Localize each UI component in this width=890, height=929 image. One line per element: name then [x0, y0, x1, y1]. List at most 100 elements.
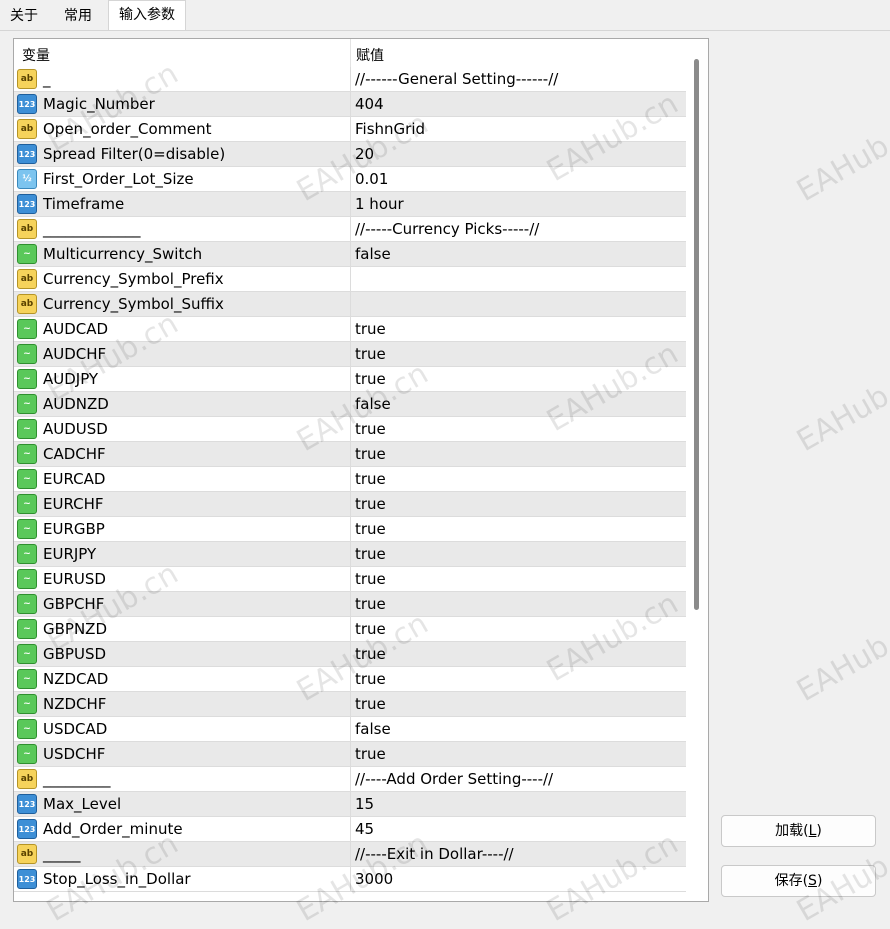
parameter-value[interactable]: true [350, 567, 686, 591]
parameter-value[interactable]: true [350, 367, 686, 391]
boolean-type-icon: ~ [17, 244, 37, 264]
parameter-row[interactable]: ~ AUDJPY true [14, 367, 686, 392]
parameter-row[interactable]: ab Currency_Symbol_Suffix [14, 292, 686, 317]
boolean-type-icon: ~ [17, 644, 37, 664]
parameter-row[interactable]: ~ CADCHF true [14, 442, 686, 467]
string-type-icon: ab [17, 294, 37, 314]
parameter-value[interactable]: 1 hour [350, 192, 686, 216]
parameter-row[interactable]: ab _____________ //-----Currency Picks----… [14, 217, 686, 242]
parameter-row[interactable]: ~ GBPNZD true [14, 617, 686, 642]
boolean-type-icon: ~ [17, 319, 37, 339]
parameter-row[interactable]: ab Currency_Symbol_Prefix [14, 267, 686, 292]
parameter-rows: ab _ //------General Setting------// 123 Mag… [14, 67, 686, 892]
parameter-value[interactable]: true [350, 542, 686, 566]
parameter-row[interactable]: ~ EURCHF true [14, 492, 686, 517]
parameter-row[interactable]: ~ USDCAD false [14, 717, 686, 742]
parameter-row[interactable]: 123 Max_Level 15 [14, 792, 686, 817]
parameter-value[interactable] [350, 292, 686, 316]
boolean-type-icon: ~ [17, 619, 37, 639]
parameter-row[interactable]: 123 Stop_Loss_in_Dollar 3000 [14, 867, 686, 892]
parameter-name: NZDCHF [43, 695, 107, 713]
parameter-row[interactable]: ~ EURGBP true [14, 517, 686, 542]
parameter-row[interactable]: ab _ //------General Setting------// [14, 67, 686, 92]
parameter-value[interactable]: true [350, 492, 686, 516]
scrollbar-thumb[interactable] [694, 59, 699, 610]
parameter-row[interactable]: ~ EURUSD true [14, 567, 686, 592]
parameter-name: Multicurrency_Switch [43, 245, 203, 263]
parameter-row[interactable]: ½ First_Order_Lot_Size 0.01 [14, 167, 686, 192]
parameter-row[interactable]: 123 Spread Filter(0=disable) 20 [14, 142, 686, 167]
parameter-value[interactable] [350, 267, 686, 291]
parameter-name: Max_Level [43, 795, 122, 813]
parameter-value[interactable]: true [350, 467, 686, 491]
save-button-label: 保存( [774, 873, 809, 889]
parameter-value[interactable]: true [350, 667, 686, 691]
parameter-value[interactable]: //------General Setting------// [350, 67, 686, 91]
load-button[interactable]: 加载(L) [721, 815, 876, 847]
parameter-value[interactable]: true [350, 417, 686, 441]
parameter-name: AUDCAD [43, 320, 109, 338]
parameter-row[interactable]: ~ GBPCHF true [14, 592, 686, 617]
parameter-row[interactable]: 123 Timeframe 1 hour [14, 192, 686, 217]
parameter-value[interactable]: false [350, 392, 686, 416]
vertical-scrollbar[interactable] [686, 39, 708, 901]
parameter-row[interactable]: ~ Multicurrency_Switch false [14, 242, 686, 267]
parameter-row[interactable]: ab Open_order_Comment FishnGrid [14, 117, 686, 142]
parameters-grid: 变量 赋值 ab _ //------General Setting------//… [13, 38, 709, 902]
parameter-value[interactable]: 15 [350, 792, 686, 816]
parameter-row[interactable]: ~ NZDCAD true [14, 667, 686, 692]
parameter-row[interactable]: 123 Magic_Number 404 [14, 92, 686, 117]
parameter-value[interactable]: //-----Currency Picks-----// [350, 217, 686, 241]
double-type-icon: ½ [17, 169, 37, 189]
parameter-value[interactable]: true [350, 617, 686, 641]
tab-input-params[interactable]: 输入参数 [108, 0, 186, 31]
parameter-row[interactable]: ~ USDCHF true [14, 742, 686, 767]
parameter-row[interactable]: ~ NZDCHF true [14, 692, 686, 717]
parameter-row[interactable]: ~ AUDCHF true [14, 342, 686, 367]
parameter-value[interactable]: //----Add Order Setting----// [350, 767, 686, 791]
parameter-value[interactable]: 0.01 [350, 167, 686, 191]
parameter-value[interactable]: true [350, 592, 686, 616]
parameter-value[interactable]: true [350, 742, 686, 766]
save-button-hotkey: S [808, 873, 817, 889]
tab-common[interactable]: 常用 [54, 2, 102, 30]
parameter-row[interactable]: ~ EURCAD true [14, 467, 686, 492]
save-button[interactable]: 保存(S) [721, 865, 876, 897]
parameter-value[interactable]: true [350, 642, 686, 666]
parameter-value[interactable]: true [350, 692, 686, 716]
parameter-row[interactable]: ~ AUDNZD false [14, 392, 686, 417]
boolean-type-icon: ~ [17, 669, 37, 689]
parameter-row[interactable]: ~ GBPUSD true [14, 642, 686, 667]
parameter-row[interactable]: ab _____ //----Exit in Dollar----// [14, 842, 686, 867]
parameter-value[interactable]: true [350, 517, 686, 541]
parameter-value[interactable]: 20 [350, 142, 686, 166]
parameter-name: GBPUSD [43, 645, 107, 663]
parameter-value[interactable]: true [350, 317, 686, 341]
column-header-value[interactable]: 赋值 [356, 45, 384, 65]
boolean-type-icon: ~ [17, 419, 37, 439]
boolean-type-icon: ~ [17, 469, 37, 489]
boolean-type-icon: ~ [17, 394, 37, 414]
tab-about[interactable]: 关于 [0, 2, 48, 30]
parameter-value[interactable]: true [350, 342, 686, 366]
parameter-row[interactable]: ab _________ //----Add Order Setting----// [14, 767, 686, 792]
parameter-value[interactable]: 45 [350, 817, 686, 841]
parameter-value[interactable]: FishnGrid [350, 117, 686, 141]
integer-type-icon: 123 [17, 144, 37, 164]
parameter-value[interactable]: true [350, 442, 686, 466]
parameter-value[interactable]: 3000 [350, 867, 686, 891]
parameter-value[interactable]: false [350, 717, 686, 741]
integer-type-icon: 123 [17, 194, 37, 214]
column-divider[interactable] [350, 39, 351, 67]
watermark-text: EAHub.cn [790, 606, 890, 709]
parameter-row[interactable]: 123 Add_Order_minute 45 [14, 817, 686, 842]
parameter-row[interactable]: ~ AUDUSD true [14, 417, 686, 442]
parameter-row[interactable]: ~ EURJPY true [14, 542, 686, 567]
column-header-variable[interactable]: 变量 [22, 45, 50, 65]
boolean-type-icon: ~ [17, 494, 37, 514]
parameter-value[interactable]: 404 [350, 92, 686, 116]
parameter-value[interactable]: //----Exit in Dollar----// [350, 842, 686, 866]
parameter-value[interactable]: false [350, 242, 686, 266]
parameter-name: NZDCAD [43, 670, 109, 688]
parameter-row[interactable]: ~ AUDCAD true [14, 317, 686, 342]
